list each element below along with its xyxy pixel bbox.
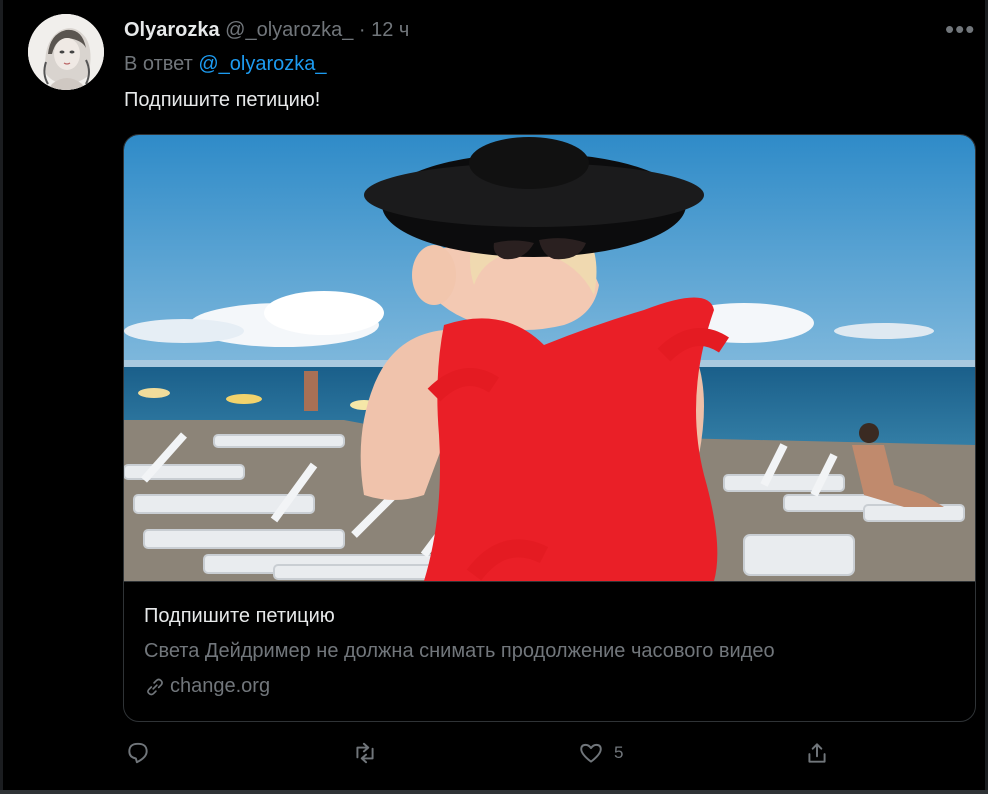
reply-context: В ответ @_olyarozka_ — [124, 53, 326, 76]
handle[interactable]: @_olyarozka_ — [225, 19, 353, 41]
card-image — [124, 135, 975, 581]
heart-icon — [580, 743, 602, 763]
share-icon — [808, 743, 826, 763]
tweet-text: Подпишите петицию! — [124, 89, 321, 111]
tweet-divider — [0, 790, 988, 794]
reply-prefix: В ответ — [124, 53, 193, 75]
reply-icon — [128, 742, 148, 764]
tweet-actions: 5 — [0, 740, 988, 776]
separator: · — [358, 19, 366, 41]
like-count: 5 — [614, 743, 624, 762]
window-edge-left — [0, 0, 3, 794]
link-card[interactable]: Подпишите петицию Света Дейдример не дол… — [123, 134, 976, 722]
link-icon — [147, 678, 163, 695]
share-button[interactable] — [804, 740, 830, 766]
avatar[interactable] — [28, 14, 104, 90]
card-divider — [124, 581, 975, 582]
tweet-header: Olyarozka @_olyarozka_ · 12 ч — [124, 17, 409, 43]
avatar-illustration — [28, 14, 104, 90]
more-horizontal-icon[interactable]: ••• — [945, 16, 975, 42]
retweet-icon — [356, 742, 374, 764]
retweet-button[interactable] — [352, 740, 378, 766]
like-button[interactable]: 5 — [578, 740, 623, 766]
timestamp[interactable]: 12 ч — [371, 19, 409, 41]
reply-button[interactable] — [125, 740, 151, 766]
card-domain-text: change.org — [170, 675, 271, 697]
display-name[interactable]: Olyarozka — [124, 19, 220, 41]
reply-mention-link[interactable]: @_olyarozka_ — [198, 53, 326, 75]
card-title: Подпишите петицию — [144, 605, 335, 627]
card-description: Света Дейдример не должна снимать продол… — [144, 640, 775, 662]
card-domain: change.org — [144, 675, 270, 698]
